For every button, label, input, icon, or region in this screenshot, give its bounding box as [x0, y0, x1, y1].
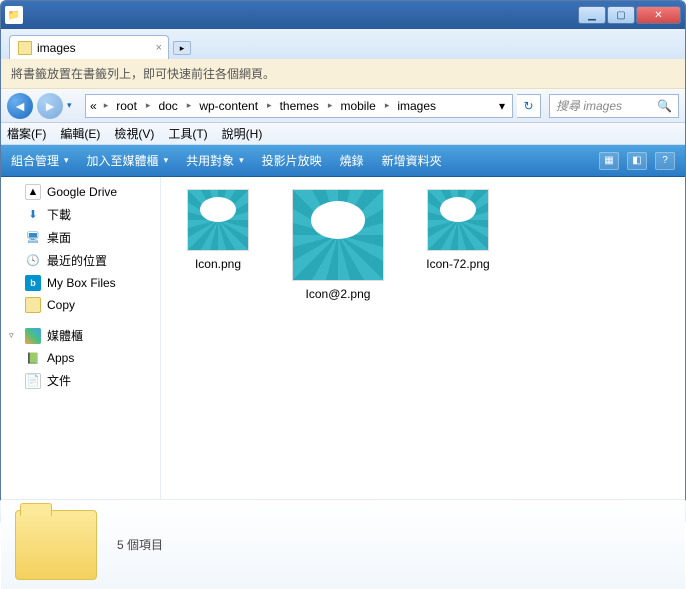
recent-icon: 🕓: [25, 253, 41, 269]
new-folder-button[interactable]: 新增資料夾: [382, 152, 442, 169]
apps-icon: 📗: [25, 350, 41, 366]
include-library-button[interactable]: 加入至媒體櫃: [87, 152, 169, 169]
tab-label: images: [37, 41, 76, 55]
file-name: Icon-72.png: [426, 257, 489, 271]
search-input[interactable]: 搜尋 images 🔍: [549, 94, 679, 118]
breadcrumb-seg[interactable]: images: [391, 95, 443, 117]
view-options-button[interactable]: ▦: [599, 152, 619, 170]
tab-bar: images × ▸: [1, 29, 685, 59]
sidebar-item-gdrive[interactable]: ▲Google Drive: [1, 181, 160, 203]
menu-bar: 檔案(F) 編輯(E) 檢視(V) 工具(T) 說明(H): [1, 123, 685, 145]
breadcrumb-dropdown[interactable]: ▾: [493, 95, 512, 117]
menu-help[interactable]: 說明(H): [222, 125, 263, 142]
menu-file[interactable]: 檔案(F): [7, 125, 46, 142]
search-placeholder: 搜尋 images: [556, 97, 622, 114]
content-area: ▲Google Drive ⬇下載 🖥桌面 🕓最近的位置 bMy Box Fil…: [1, 177, 685, 499]
titlebar: 📁 ▁ ▢ ✕: [1, 1, 685, 29]
library-icon: [25, 328, 41, 344]
organize-button[interactable]: 組合管理: [11, 152, 69, 169]
download-icon: ⬇: [25, 207, 41, 223]
file-list[interactable]: MINWT Icon.png MINWT Icon@2.png MINWT Ic…: [161, 177, 685, 499]
sidebar-item-copy[interactable]: Copy: [1, 294, 160, 316]
info-message: 將書籤放置在書籤列上，即可快速前往各個網頁。: [11, 65, 275, 82]
explorer-window: 📁 ▁ ▢ ✕ images × ▸ 將書籤放置在書籤列上，即可快速前往各個網頁…: [0, 0, 686, 500]
breadcrumb-seg[interactable]: mobile: [334, 95, 382, 117]
new-tab-button[interactable]: ▸: [173, 41, 191, 55]
file-item[interactable]: MINWT Icon.png: [173, 189, 263, 271]
sidebar-item-documents[interactable]: 📄文件: [1, 369, 160, 392]
minimize-button[interactable]: ▁: [578, 6, 606, 24]
sidebar-item-desktop[interactable]: 🖥桌面: [1, 226, 160, 249]
help-icon[interactable]: ?: [655, 152, 675, 170]
breadcrumb[interactable]: « ▸ root▸ doc▸ wp-content▸ themes▸ mobil…: [85, 94, 513, 118]
close-button[interactable]: ✕: [636, 6, 681, 24]
breadcrumb-seg[interactable]: root: [110, 95, 144, 117]
breadcrumb-overflow[interactable]: «: [86, 95, 102, 117]
burn-button[interactable]: 燒錄: [340, 152, 364, 169]
tab-close-icon[interactable]: ×: [156, 42, 162, 54]
sidebar-item-box[interactable]: bMy Box Files: [1, 272, 160, 294]
breadcrumb-seg[interactable]: wp-content: [193, 95, 265, 117]
share-button[interactable]: 共用對象: [186, 152, 244, 169]
document-icon: 📄: [25, 373, 41, 389]
desktop-icon: 🖥: [25, 230, 41, 246]
sidebar-item-apps[interactable]: 📗Apps: [1, 347, 160, 369]
thumbnail-icon: MINWT: [187, 189, 249, 251]
app-icon: 📁: [5, 6, 23, 24]
details-pane: 5 個項目: [1, 499, 685, 589]
history-dropdown[interactable]: ▾: [67, 100, 81, 111]
forward-button[interactable]: ►: [37, 93, 63, 119]
thumbnail-icon: MINWT: [292, 189, 384, 281]
search-icon[interactable]: 🔍: [657, 99, 672, 113]
breadcrumb-seg[interactable]: doc: [152, 95, 184, 117]
folder-icon: [15, 510, 97, 580]
back-button[interactable]: ◄: [7, 93, 33, 119]
menu-tools[interactable]: 工具(T): [168, 125, 207, 142]
gdrive-icon: ▲: [25, 184, 41, 200]
tab-images[interactable]: images ×: [9, 35, 169, 59]
file-name: Icon@2.png: [306, 287, 371, 301]
menu-view[interactable]: 檢視(V): [114, 125, 154, 142]
file-item[interactable]: MINWT Icon-72.png: [413, 189, 503, 271]
nav-bar: ◄ ► ▾ « ▸ root▸ doc▸ wp-content▸ themes▸…: [1, 89, 685, 123]
maximize-button[interactable]: ▢: [607, 6, 635, 24]
sidebar-item-downloads[interactable]: ⬇下載: [1, 203, 160, 226]
thumbnail-icon: MINWT: [427, 189, 489, 251]
breadcrumb-seg[interactable]: themes: [274, 95, 326, 117]
file-item[interactable]: MINWT Icon@2.png: [293, 189, 383, 301]
info-bar: 將書籤放置在書籤列上，即可快速前往各個網頁。: [1, 59, 685, 89]
folder-icon: [25, 297, 41, 313]
preview-pane-button[interactable]: ◧: [627, 152, 647, 170]
sidebar-group-libraries[interactable]: ▿媒體櫃: [1, 324, 160, 347]
menu-edit[interactable]: 編輯(E): [60, 125, 100, 142]
sidebar-item-recent[interactable]: 🕓最近的位置: [1, 249, 160, 272]
folder-icon: [18, 41, 32, 55]
command-bar: 組合管理 加入至媒體櫃 共用對象 投影片放映 燒錄 新增資料夾 ▦ ◧ ?: [1, 145, 685, 177]
box-icon: b: [25, 275, 41, 291]
file-name: Icon.png: [195, 257, 241, 271]
refresh-button[interactable]: ↻: [517, 94, 541, 118]
navigation-pane: ▲Google Drive ⬇下載 🖥桌面 🕓最近的位置 bMy Box Fil…: [1, 177, 161, 499]
chevron-down-icon: ▿: [9, 330, 19, 341]
slideshow-button[interactable]: 投影片放映: [262, 152, 322, 169]
item-count: 5 個項目: [117, 536, 163, 553]
